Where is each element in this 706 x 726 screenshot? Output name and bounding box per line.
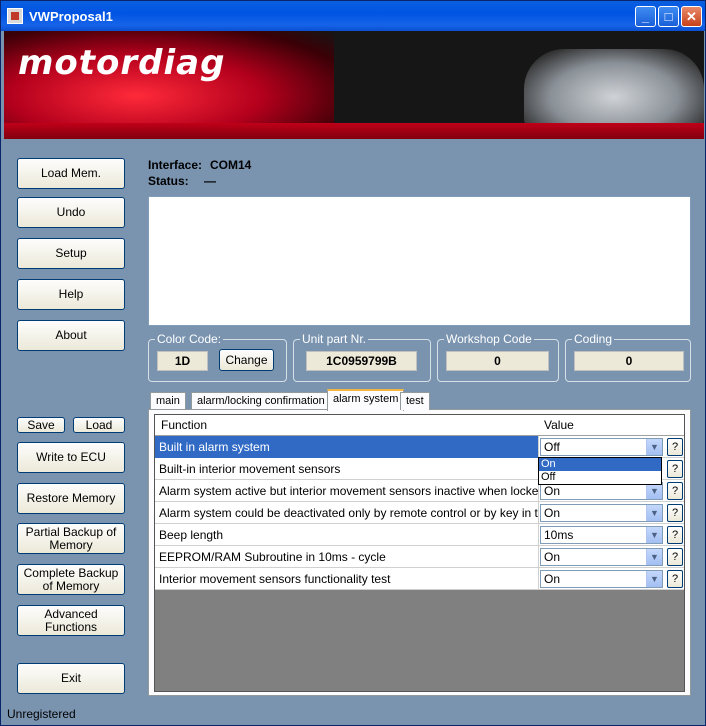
value-text: On bbox=[544, 484, 561, 498]
function-cell[interactable]: Built in alarm system bbox=[155, 436, 539, 458]
table-row[interactable]: Alarm system could be deactivated only b… bbox=[155, 502, 684, 524]
function-cell[interactable]: Alarm system could be deactivated only b… bbox=[155, 502, 539, 524]
value-text: Off bbox=[544, 440, 560, 454]
undo-button[interactable]: Undo bbox=[17, 197, 125, 228]
window-title: VWProposal1 bbox=[29, 9, 113, 24]
tab-test[interactable]: test bbox=[400, 392, 430, 410]
advanced-functions-button[interactable]: Advanced Functions bbox=[17, 605, 125, 636]
load-button[interactable]: Load bbox=[73, 417, 125, 433]
tab-alarm-locking-confirmation[interactable]: alarm/locking confirmation bbox=[191, 392, 331, 410]
chevron-down-icon[interactable]: ▼ bbox=[646, 505, 662, 521]
exit-button[interactable]: Exit bbox=[17, 663, 125, 694]
silver-car-image bbox=[524, 49, 704, 129]
help-question-button[interactable]: ? bbox=[667, 460, 683, 478]
about-button[interactable]: About bbox=[17, 320, 125, 351]
setup-button[interactable]: Setup bbox=[17, 238, 125, 269]
column-header-value[interactable]: Value bbox=[544, 418, 574, 432]
value-select[interactable]: On ▼ bbox=[540, 548, 663, 566]
help-question-button[interactable]: ? bbox=[667, 570, 683, 588]
help-question-button[interactable]: ? bbox=[667, 482, 683, 500]
unit-part-field: 1C0959799B bbox=[306, 351, 417, 371]
help-button[interactable]: Help bbox=[17, 279, 125, 310]
dropdown-option-on[interactable]: On bbox=[539, 458, 661, 471]
chevron-down-icon[interactable]: ▼ bbox=[646, 483, 662, 499]
banner-stripe bbox=[4, 123, 704, 139]
coding-field: 0 bbox=[574, 351, 684, 371]
table-row[interactable]: EEPROM/RAM Subroutine in 10ms - cycle On… bbox=[155, 546, 684, 568]
column-header-function[interactable]: Function bbox=[161, 418, 207, 432]
load-mem-button[interactable]: Load Mem. bbox=[17, 158, 125, 189]
function-cell[interactable]: EEPROM/RAM Subroutine in 10ms - cycle bbox=[155, 546, 539, 568]
value-text: On bbox=[544, 550, 561, 564]
complete-backup-button[interactable]: Complete Backup of Memory bbox=[17, 564, 125, 595]
chevron-down-icon[interactable]: ▼ bbox=[646, 527, 662, 543]
table-row[interactable]: Beep length 10ms ▼ ? bbox=[155, 524, 684, 546]
function-cell[interactable]: Interior movement sensors functionality … bbox=[155, 568, 539, 590]
table-row[interactable]: Interior movement sensors functionality … bbox=[155, 568, 684, 590]
tab-main[interactable]: main bbox=[150, 392, 186, 410]
status-value: — bbox=[204, 174, 216, 188]
brand-logo: motordiag bbox=[18, 43, 226, 83]
log-output-box[interactable] bbox=[148, 196, 691, 326]
app-icon bbox=[7, 8, 23, 24]
interface-label: Interface: bbox=[148, 158, 203, 172]
partial-backup-button[interactable]: Partial Backup of Memory bbox=[17, 523, 125, 554]
help-question-button[interactable]: ? bbox=[667, 504, 683, 522]
tab-alarm-system[interactable]: alarm system bbox=[327, 389, 405, 411]
table-row[interactable]: Built in alarm system Off ▼ ? bbox=[155, 436, 684, 458]
value-select[interactable]: On ▼ bbox=[540, 570, 663, 588]
title-bar[interactable]: VWProposal1 _ □ ✕ bbox=[1, 1, 705, 31]
value-select[interactable]: On ▼ bbox=[540, 504, 663, 522]
value-text: On bbox=[544, 506, 561, 520]
banner-image: motordiag bbox=[4, 31, 704, 139]
color-code-label: Color Code: bbox=[155, 332, 224, 346]
application-window: VWProposal1 _ □ ✕ motordiag Load Mem. Un… bbox=[0, 0, 706, 726]
maximize-button[interactable]: □ bbox=[658, 6, 679, 27]
chevron-down-icon[interactable]: ▼ bbox=[646, 549, 662, 565]
grid-header: Function Value bbox=[155, 415, 684, 436]
workshop-code-field: 0 bbox=[446, 351, 549, 371]
status-label: Status: bbox=[148, 174, 189, 188]
help-question-button[interactable]: ? bbox=[667, 548, 683, 566]
change-color-button[interactable]: Change bbox=[219, 349, 274, 371]
value-text: On bbox=[544, 572, 561, 586]
write-to-ecu-button[interactable]: Write to ECU bbox=[17, 442, 125, 473]
help-question-button[interactable]: ? bbox=[667, 438, 683, 456]
workshop-code-label: Workshop Code bbox=[444, 332, 534, 346]
coding-label: Coding bbox=[572, 332, 615, 346]
save-button[interactable]: Save bbox=[17, 417, 65, 433]
restore-memory-button[interactable]: Restore Memory bbox=[17, 483, 125, 514]
value-text: 10ms bbox=[544, 528, 574, 542]
function-grid: Function Value Built in alarm system Off… bbox=[154, 414, 685, 692]
value-select[interactable]: Off ▼ bbox=[540, 438, 663, 456]
function-cell[interactable]: Built-in interior movement sensors bbox=[155, 458, 539, 480]
value-dropdown-list[interactable]: On Off bbox=[538, 457, 662, 485]
interface-value: COM14 bbox=[210, 158, 252, 172]
color-code-field: 1D bbox=[157, 351, 208, 371]
function-cell[interactable]: Beep length bbox=[155, 524, 539, 546]
close-button[interactable]: ✕ bbox=[681, 6, 702, 27]
value-select[interactable]: 10ms ▼ bbox=[540, 526, 663, 544]
function-cell[interactable]: Alarm system active but interior movemen… bbox=[155, 480, 539, 502]
status-bar-text: Unregistered bbox=[7, 707, 76, 721]
chevron-down-icon[interactable]: ▼ bbox=[646, 571, 662, 587]
chevron-down-icon[interactable]: ▼ bbox=[646, 439, 662, 455]
help-question-button[interactable]: ? bbox=[667, 526, 683, 544]
minimize-button[interactable]: _ bbox=[635, 6, 656, 27]
unit-part-label: Unit part Nr. bbox=[300, 332, 369, 346]
dropdown-option-off[interactable]: Off bbox=[539, 471, 661, 484]
status-bar: Unregistered bbox=[2, 704, 705, 725]
